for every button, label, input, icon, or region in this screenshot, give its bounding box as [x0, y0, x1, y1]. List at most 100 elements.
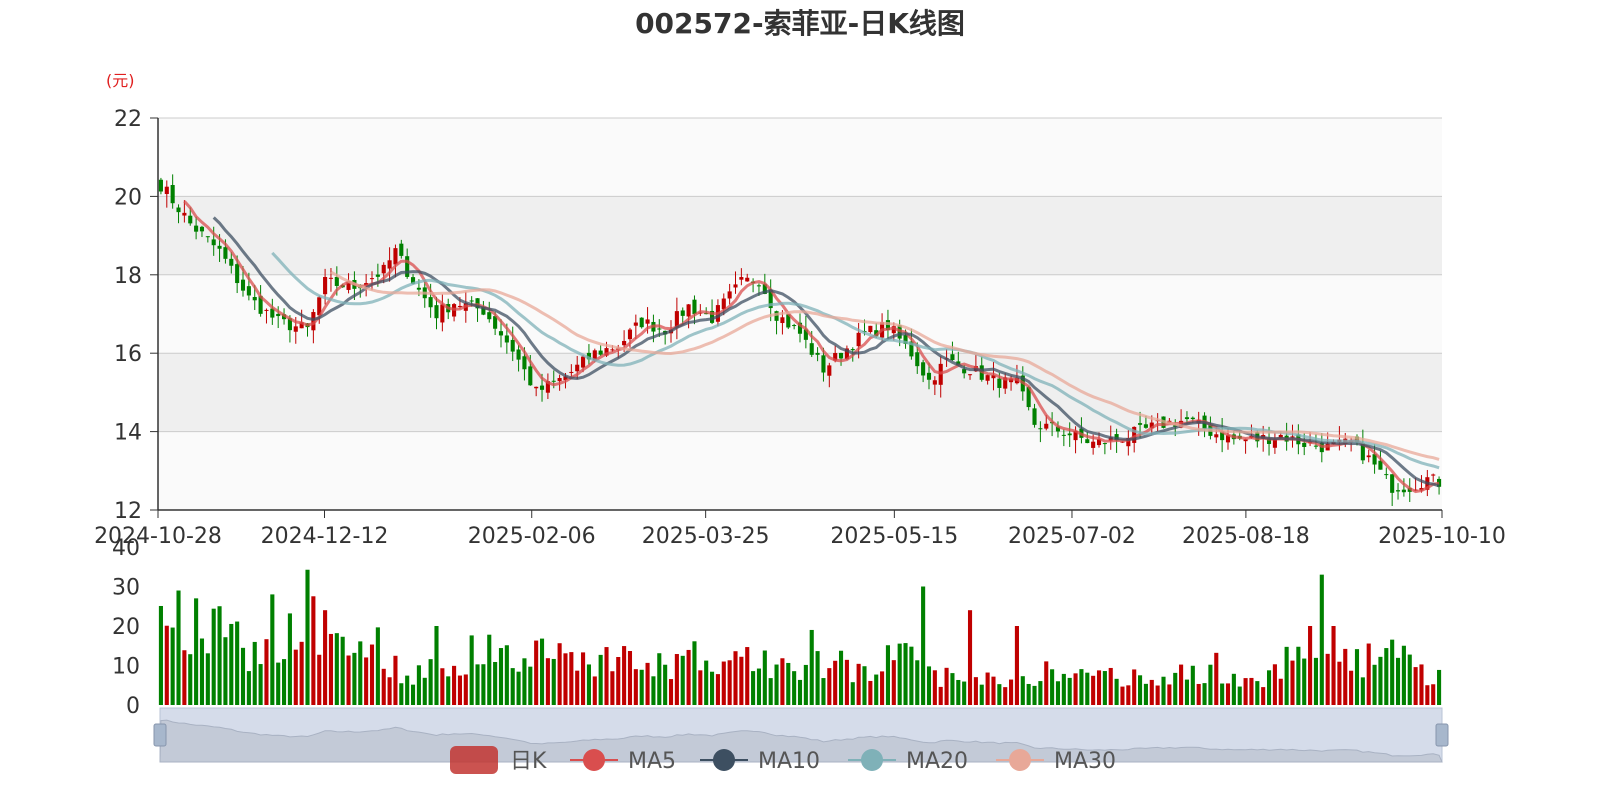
volume-bar: [340, 636, 345, 705]
candle-body: [170, 185, 175, 204]
volume-bar: [522, 658, 527, 705]
volume-bar: [627, 651, 633, 705]
candle-body: [264, 309, 269, 311]
candle-body: [915, 352, 920, 367]
candle-body: [827, 365, 832, 376]
candle-body: [375, 274, 380, 277]
x-axis: 2024-10-28 2024-12-12 2025-02-06 2025-03-25…: [94, 509, 1506, 549]
volume-series: [158, 569, 1442, 705]
volume-bar: [422, 677, 427, 705]
legend-label-k: 日K: [510, 749, 547, 774]
volume-bar: [188, 654, 193, 705]
candle-body: [469, 300, 474, 302]
volume-bar: [317, 654, 322, 705]
volume-bar: [575, 670, 580, 705]
volume-bar: [950, 673, 955, 705]
candle-body: [1143, 424, 1148, 428]
candle-body: [1044, 423, 1049, 429]
volume-bar: [1249, 677, 1254, 705]
volume-bar: [616, 657, 621, 705]
y-tick-label: 12: [114, 499, 142, 524]
candle-body: [792, 325, 797, 327]
volume-bar: [1020, 676, 1025, 705]
volume-bar: [1003, 687, 1008, 705]
volume-bar: [1384, 648, 1389, 705]
candle-body: [522, 356, 527, 370]
volume-bar: [1184, 679, 1190, 705]
volume-bar: [1372, 664, 1377, 705]
candle-body: [639, 317, 644, 328]
volume-bar: [223, 637, 228, 705]
volume-bar: [909, 646, 914, 705]
volume-bar: [1032, 685, 1037, 705]
volume-bar: [498, 648, 504, 705]
candle-body: [1395, 490, 1401, 492]
candle-body: [369, 278, 375, 280]
volume-bar: [252, 641, 257, 705]
volume-bar: [293, 649, 298, 705]
candle-body: [756, 285, 762, 287]
candle-body: [539, 385, 545, 390]
legend-label-ma10: MA10: [758, 749, 820, 774]
volume-bar: [264, 639, 269, 705]
candle-body: [745, 277, 750, 282]
volume-bar: [1055, 681, 1061, 705]
x-tick-label: 2025-02-06: [468, 524, 596, 549]
candle-body: [921, 362, 926, 376]
volume-bar: [979, 684, 984, 705]
volume-bar: [399, 683, 404, 705]
volume-bar: [487, 634, 492, 705]
volume-bar: [1114, 678, 1119, 705]
volume-bar: [768, 678, 773, 705]
candle-body: [985, 375, 990, 381]
volume-bar: [1208, 664, 1213, 705]
volume-bar: [1349, 670, 1354, 705]
candle-body: [739, 277, 744, 280]
volume-bar: [604, 647, 609, 705]
candle-body: [229, 258, 234, 266]
volume-bar: [797, 679, 803, 705]
volume-bar: [387, 677, 392, 705]
candle-body: [733, 284, 738, 288]
volume-bar: [997, 684, 1002, 705]
candle-body: [569, 371, 574, 373]
candle-body: [381, 264, 386, 274]
candle-body: [516, 349, 521, 360]
candle-body: [510, 339, 515, 352]
volume-tick-label: 40: [112, 536, 140, 561]
candle-body: [217, 245, 222, 249]
candle-body: [997, 378, 1002, 388]
candle-body: [199, 226, 205, 232]
volume-bar: [481, 664, 486, 705]
volume-bar: [891, 660, 896, 705]
candle-body: [627, 329, 633, 340]
candle-body: [498, 331, 504, 336]
candle-body: [158, 179, 163, 192]
volume-bar: [1102, 671, 1107, 705]
slider-handle-left[interactable]: [153, 723, 167, 747]
volume-bar: [1331, 626, 1336, 705]
volume-bar: [944, 667, 949, 705]
volume-bar: [915, 660, 920, 705]
volume-bar: [352, 652, 357, 705]
volume-bar: [410, 684, 416, 705]
volume-bar: [211, 608, 216, 705]
volume-bar: [1044, 661, 1049, 705]
candle-body: [252, 297, 257, 301]
volume-bar: [844, 659, 849, 705]
volume-bar: [727, 660, 732, 705]
volume-bar: [1073, 673, 1078, 705]
volume-bar: [1319, 574, 1324, 705]
candle-body: [1085, 439, 1090, 444]
slider-handle-right[interactable]: [1435, 723, 1449, 747]
volume-bar: [821, 678, 826, 705]
volume-bar: [1196, 683, 1201, 705]
candle-body: [246, 286, 251, 296]
volume-bar: [680, 655, 685, 705]
volume-bar: [1155, 685, 1160, 705]
grid-band: [158, 431, 1442, 510]
candle-body: [1091, 441, 1096, 448]
volume-bar: [586, 664, 591, 705]
candle-body: [680, 310, 685, 316]
volume-bar: [457, 675, 462, 705]
